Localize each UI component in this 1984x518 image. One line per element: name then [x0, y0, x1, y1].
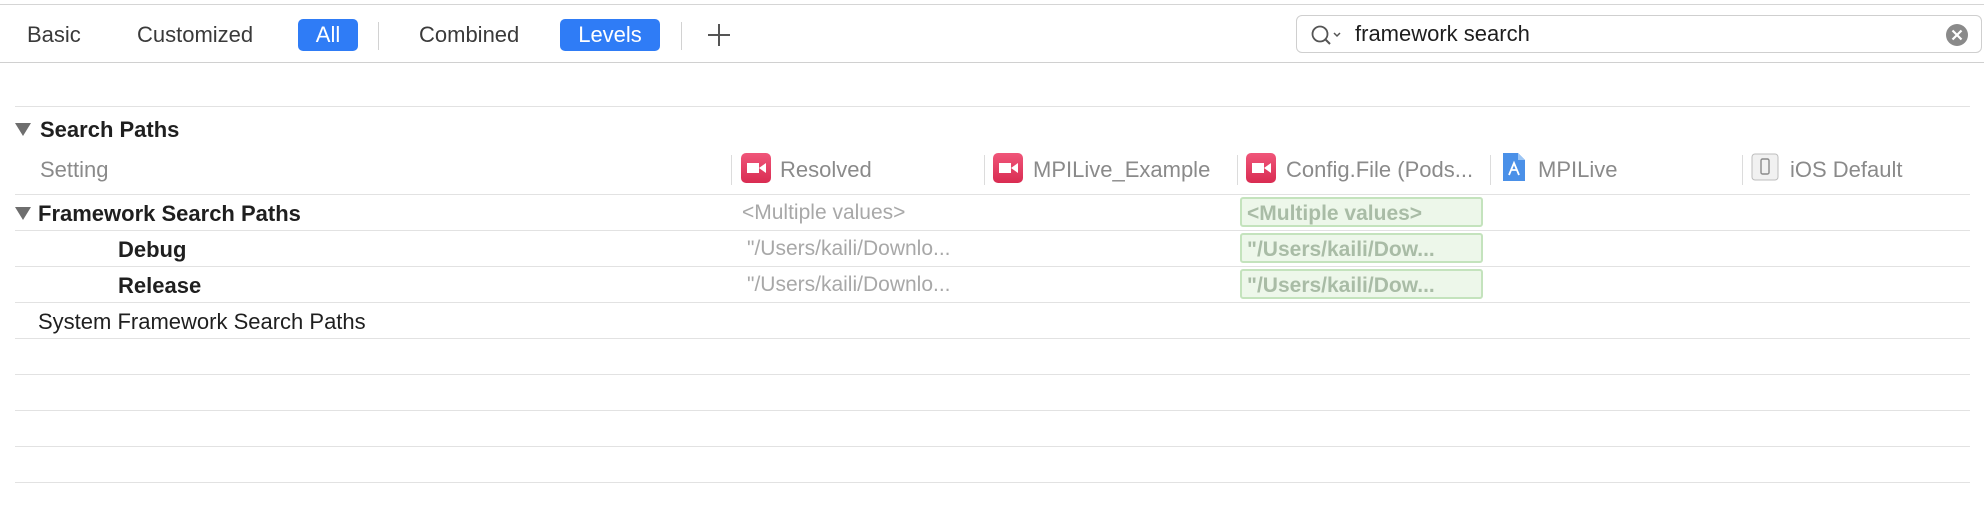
column-separator[interactable]	[731, 155, 732, 185]
disclosure-triangle-icon[interactable]	[15, 123, 31, 136]
mode-levels[interactable]: Levels	[560, 19, 660, 51]
clear-search-icon[interactable]	[1945, 23, 1969, 47]
row-divider	[15, 482, 1970, 483]
disclosure-triangle-icon[interactable]	[15, 207, 31, 220]
column-header-ios-default[interactable]: iOS Default	[1790, 157, 1903, 183]
add-setting-button[interactable]	[705, 17, 733, 51]
row-divider	[15, 194, 1970, 195]
section-title: Search Paths	[40, 117, 180, 142]
setting-name-debug[interactable]: Debug	[118, 237, 186, 263]
resolved-value[interactable]: "/Users/kaili/Downlo...	[747, 237, 951, 261]
column-separator[interactable]	[1237, 155, 1238, 185]
column-separator[interactable]	[984, 155, 985, 185]
tab-basic[interactable]: Basic	[27, 19, 81, 51]
resolved-value[interactable]: <Multiple values>	[742, 201, 905, 225]
target-app-icon	[741, 153, 771, 183]
column-header-resolved[interactable]: Resolved	[780, 157, 872, 183]
toolbar-divider	[0, 62, 1984, 63]
tab-all[interactable]: All	[298, 19, 358, 51]
platform-default-icon	[1751, 153, 1779, 181]
project-file-icon	[1503, 153, 1525, 181]
target-app-icon	[993, 153, 1023, 183]
column-header-config-file[interactable]: Config.File (Pods...	[1286, 157, 1473, 183]
row-divider	[15, 374, 1970, 375]
row-divider	[15, 266, 1970, 267]
column-separator[interactable]	[1742, 155, 1743, 185]
toolbar-separator	[681, 22, 682, 50]
plus-icon	[708, 24, 730, 46]
row-divider	[15, 446, 1970, 447]
column-separator[interactable]	[1490, 155, 1491, 185]
search-input[interactable]	[1355, 19, 1915, 49]
setting-name-framework-search-paths[interactable]: Framework Search Paths	[38, 201, 301, 227]
config-file-value[interactable]: "/Users/kaili/Dow...	[1240, 233, 1483, 263]
column-header-project[interactable]: MPILive	[1538, 157, 1617, 183]
resolved-value[interactable]: "/Users/kaili/Downlo...	[747, 273, 951, 297]
toolbar-separator	[378, 22, 379, 50]
tab-customized[interactable]: Customized	[137, 19, 253, 51]
section-divider	[15, 106, 1970, 107]
row-divider	[15, 338, 1970, 339]
config-file-value[interactable]: <Multiple values>	[1240, 197, 1483, 227]
row-divider	[15, 410, 1970, 411]
config-file-value[interactable]: "/Users/kaili/Dow...	[1240, 269, 1483, 299]
setting-name-system-framework-search-paths[interactable]: System Framework Search Paths	[38, 309, 366, 335]
column-header-target[interactable]: MPILive_Example	[1033, 157, 1210, 183]
setting-name-release[interactable]: Release	[118, 273, 201, 299]
target-app-icon	[1246, 153, 1276, 183]
row-divider	[15, 302, 1970, 303]
row-divider	[15, 230, 1970, 231]
mode-combined[interactable]: Combined	[419, 19, 519, 51]
search-icon[interactable]	[1309, 22, 1343, 48]
search-field[interactable]	[1296, 15, 1982, 53]
setting-column-header[interactable]: Setting	[40, 157, 109, 183]
